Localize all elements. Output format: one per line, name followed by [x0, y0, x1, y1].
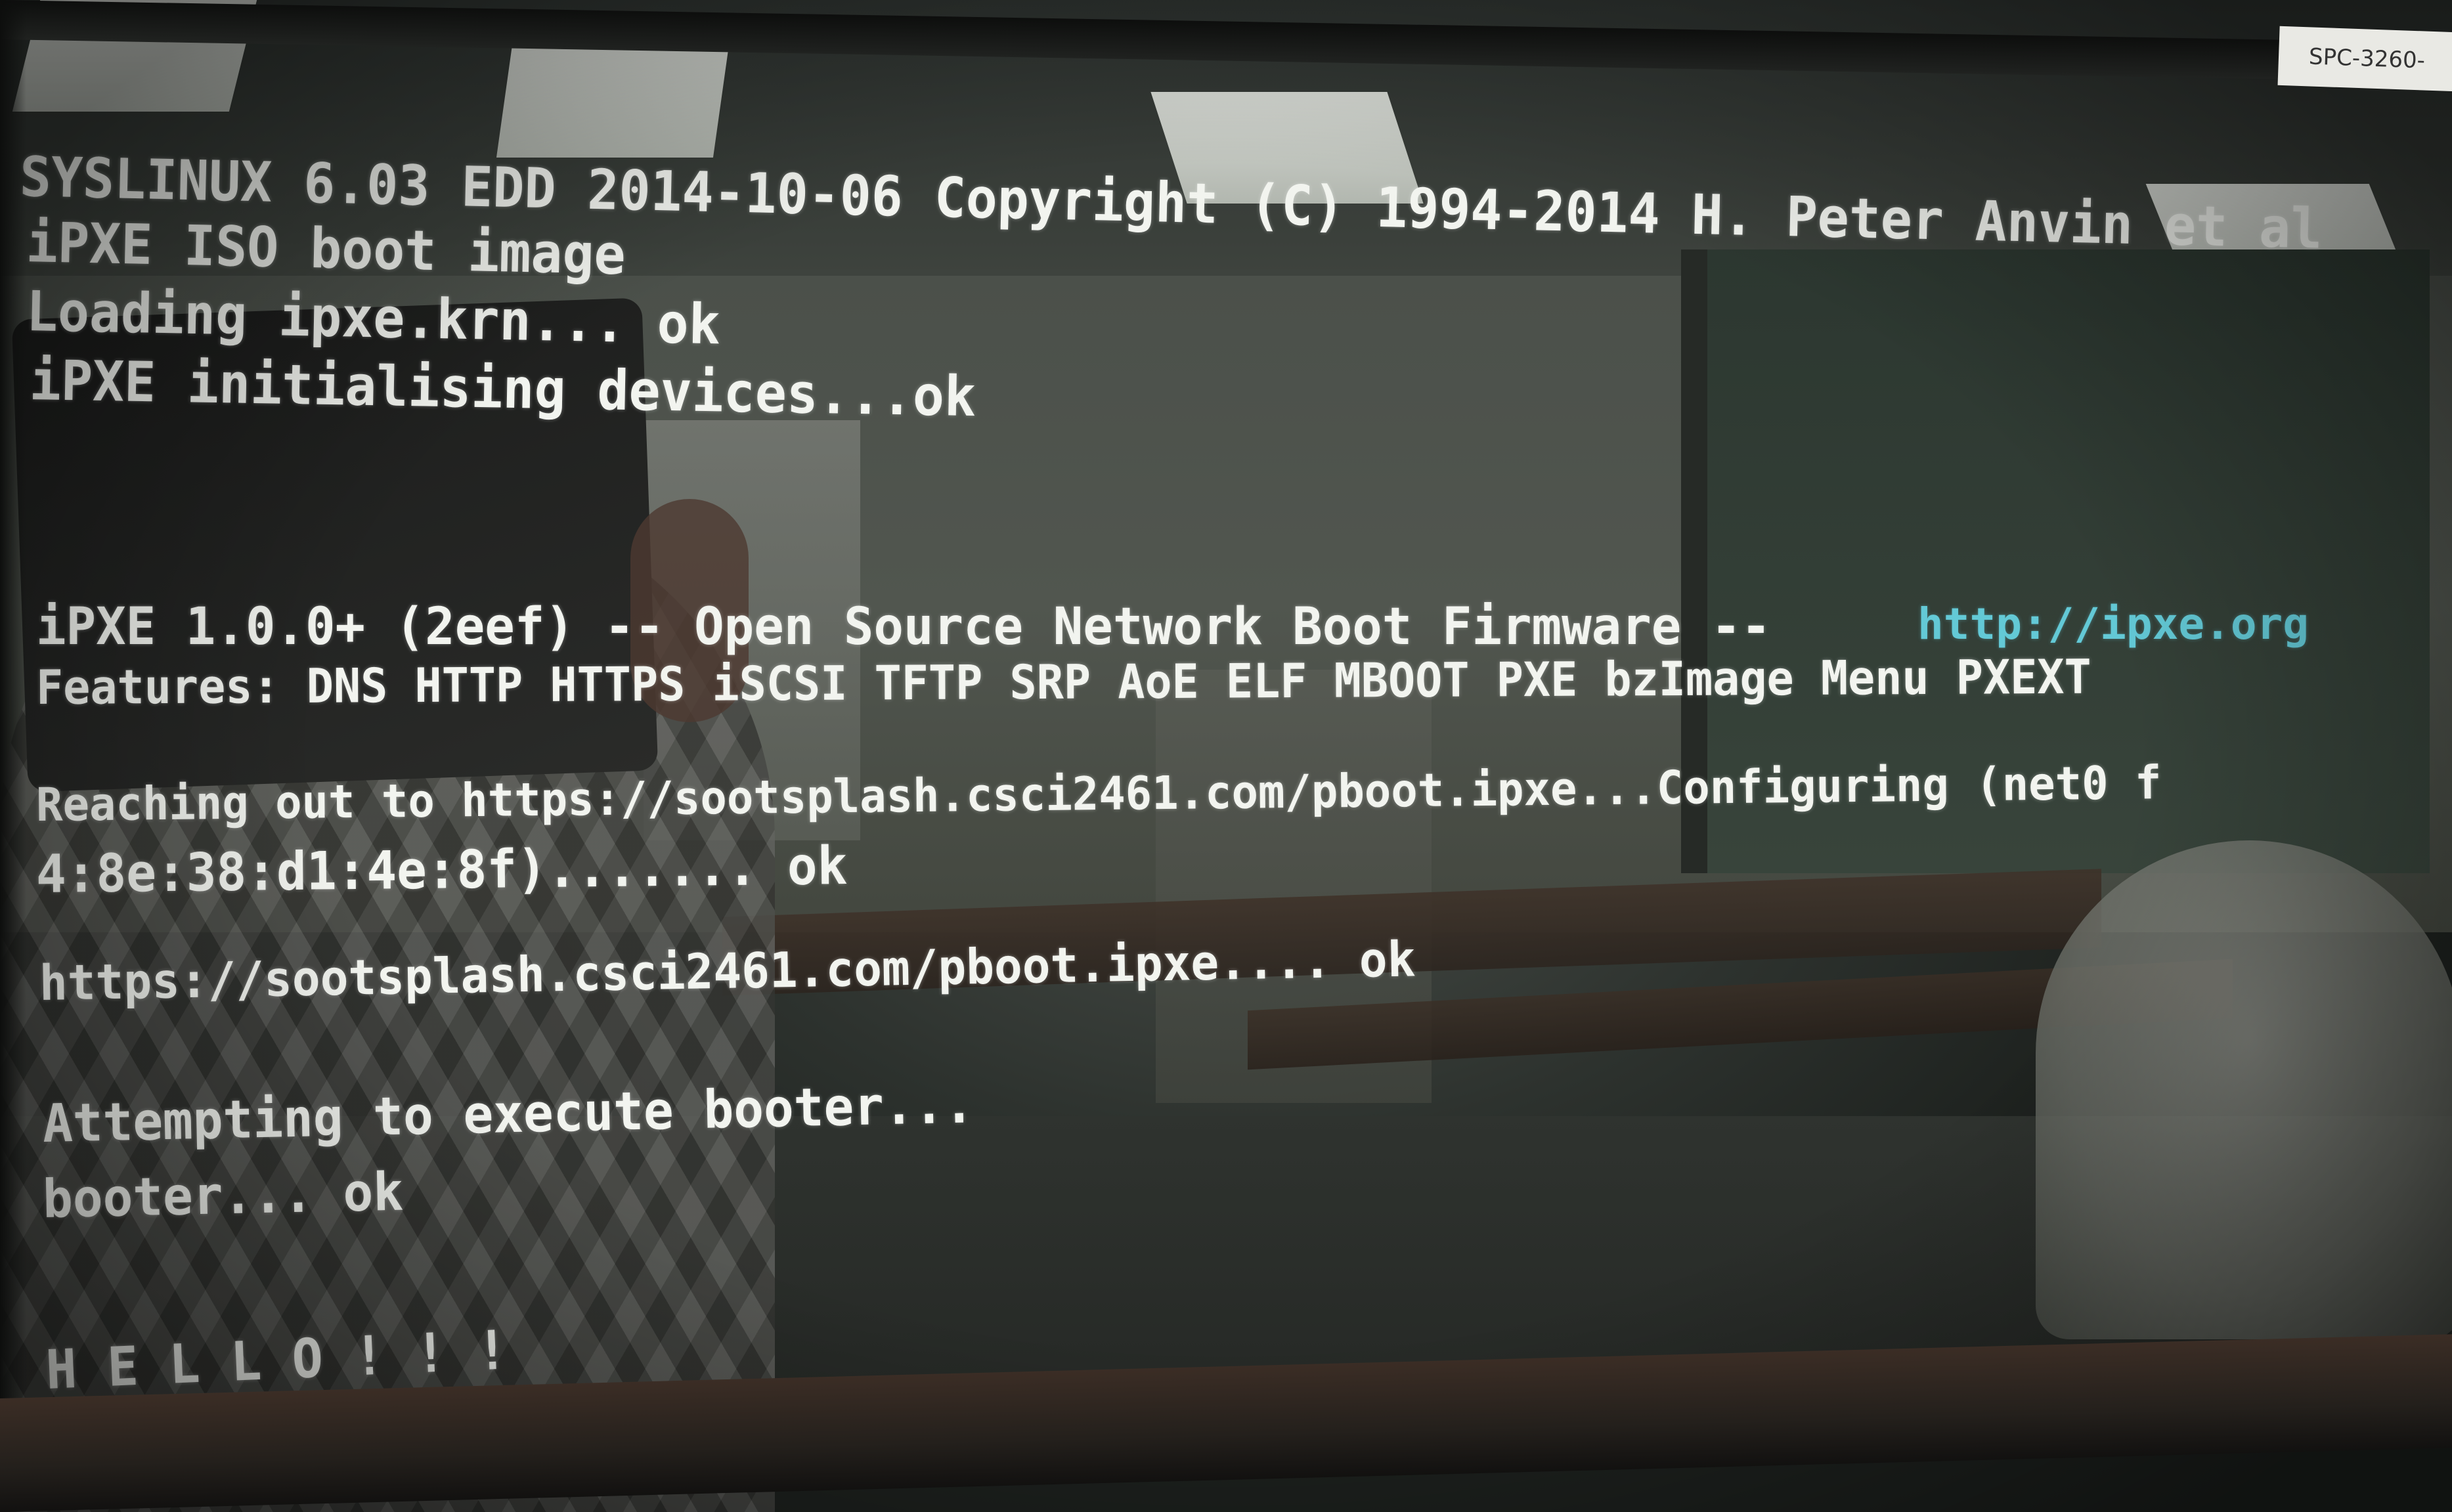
ceiling-light: [1150, 92, 1424, 204]
window-reflection: [1681, 249, 2430, 873]
phone-reflection: [11, 297, 659, 792]
photo: SYSLINUX 6.03 EDD 2014-10-06 Copyright (…: [0, 0, 2452, 1512]
monitor-model-label: SPC-3260-: [2277, 26, 2452, 93]
monitor-bezel-left: [0, 0, 26, 1512]
chair-reflection: [2036, 840, 2452, 1339]
hand-reflection: [630, 499, 749, 722]
